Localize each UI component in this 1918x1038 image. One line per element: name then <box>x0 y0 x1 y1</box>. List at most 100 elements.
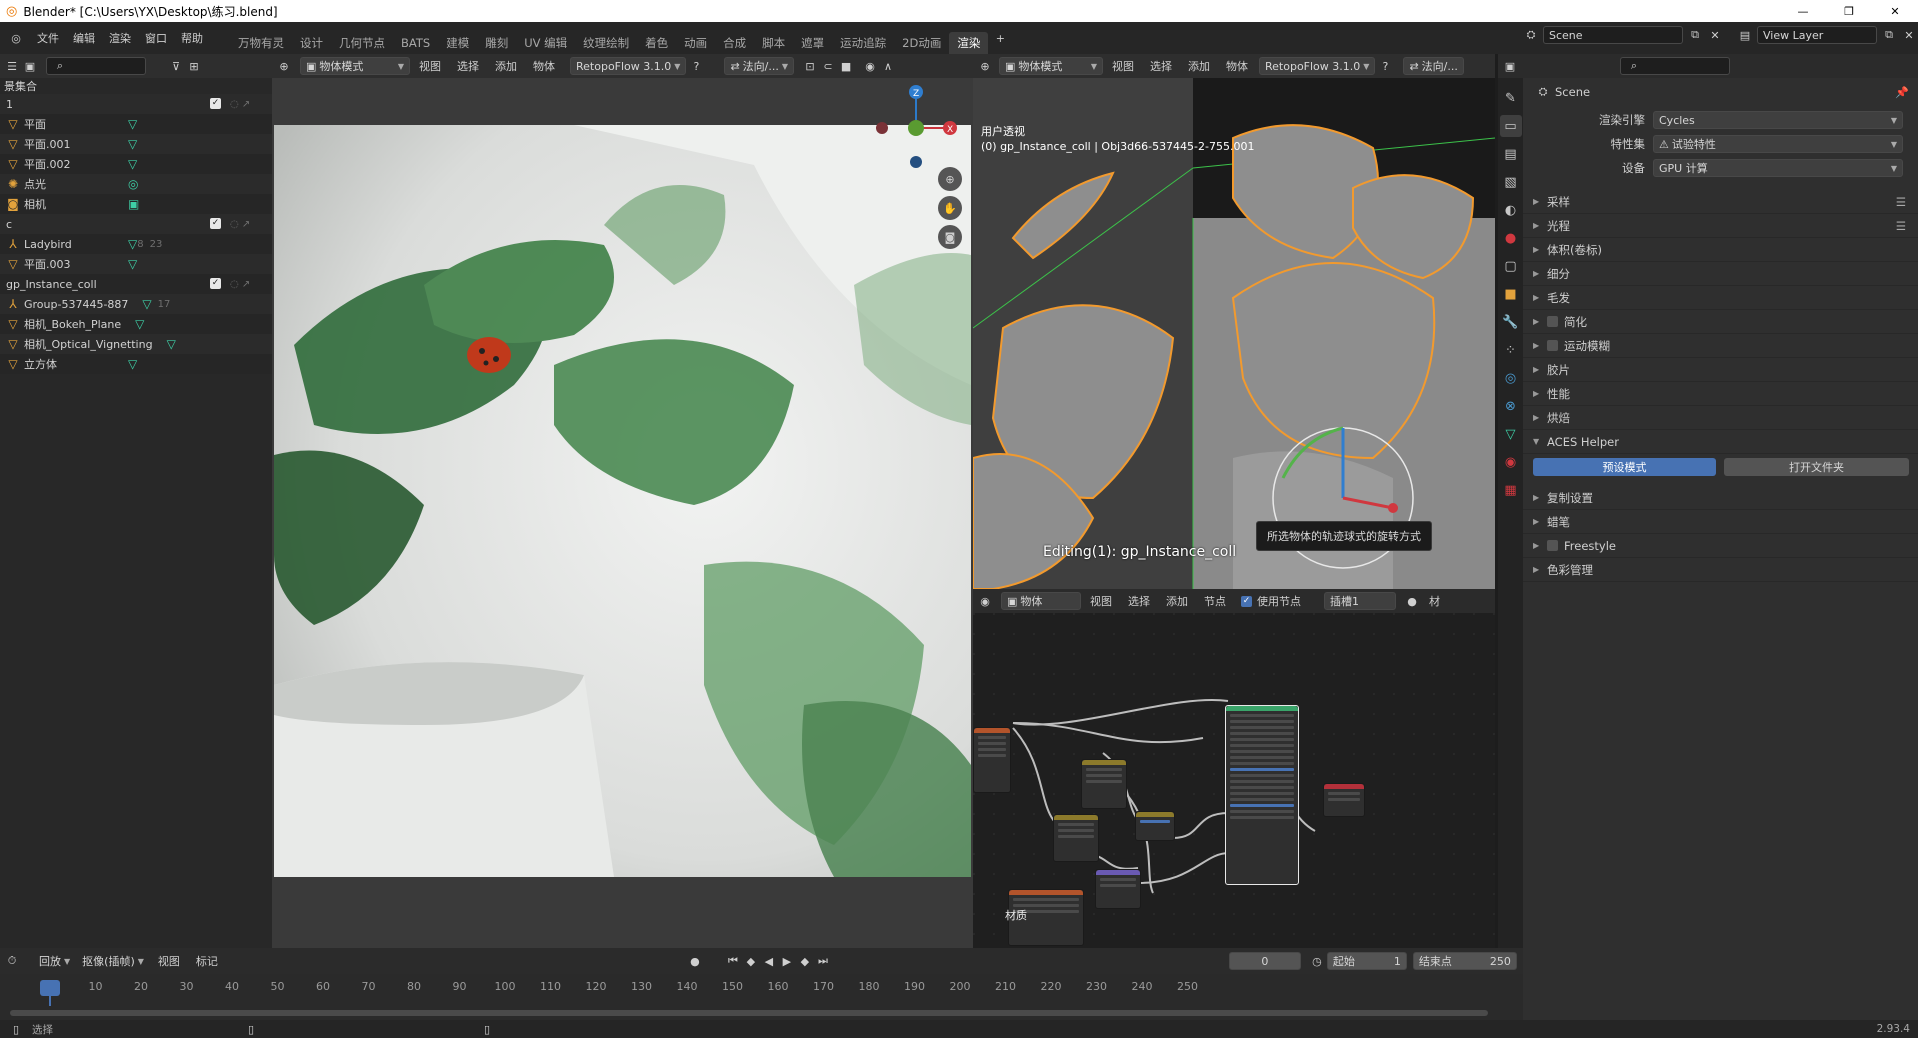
snap-icon[interactable]: ⊂ <box>820 58 836 74</box>
exclude-checkbox[interactable]: ✓ <box>210 278 221 289</box>
panel-aces-helper[interactable]: ▼ ACES Helper <box>1523 430 1918 454</box>
outliner-row[interactable]: ✺ 点光 ◎ <box>0 174 272 194</box>
help-icon[interactable]: ? <box>688 58 704 74</box>
render-engine-dropdown[interactable]: Cycles ▼ <box>1653 111 1903 129</box>
new-scene-icon[interactable]: ⧉ <box>1687 27 1703 43</box>
panel-header[interactable]: ▶ 简化 <box>1523 310 1918 334</box>
material-icon[interactable]: ● <box>1404 593 1420 609</box>
orientation-dropdown[interactable]: ⇄ 法向/... ▼ <box>724 57 795 75</box>
menu-select[interactable]: 选择 <box>1121 593 1157 609</box>
workspace-tab[interactable]: 动画 <box>676 32 715 54</box>
exclude-checkbox[interactable]: ✓ <box>210 98 221 109</box>
object-data-icon[interactable]: ▽ <box>128 257 137 271</box>
menu-add[interactable]: 添加 <box>1181 58 1217 74</box>
presets-icon[interactable]: ☰ <box>1896 219 1906 233</box>
panel-header[interactable]: ▶ Freestyle <box>1523 534 1918 558</box>
data-tab-icon[interactable]: ▽ <box>1500 423 1522 445</box>
object-data-icon[interactable]: ▽ <box>128 157 137 171</box>
workspace-tab[interactable]: 渲染 <box>949 32 989 54</box>
playhead[interactable] <box>40 980 60 996</box>
render-tab-icon[interactable]: ▭ <box>1499 115 1522 137</box>
zoom-icon[interactable]: ⊕ <box>938 167 962 191</box>
view-layer-tab-icon[interactable]: ▧ <box>1500 171 1522 193</box>
visibility-icons[interactable]: ◌ ↗ <box>230 219 250 230</box>
panel-header[interactable]: ▶ 烘焙 <box>1523 406 1918 430</box>
workspace-tab[interactable]: 建模 <box>438 32 477 54</box>
workspace-tab[interactable]: 万物有灵 <box>230 32 292 54</box>
properties-search-input[interactable]: ⌕ <box>1620 57 1730 75</box>
hand-pan-icon[interactable]: ✋ <box>938 196 962 220</box>
scene-tab-icon[interactable]: ◐ <box>1500 199 1522 221</box>
workspace-tab[interactable]: 雕刻 <box>477 32 516 54</box>
outliner-row[interactable]: ▽ 平面.001 ▽ <box>0 134 272 154</box>
workspace-tab[interactable]: 2D动画 <box>894 32 949 54</box>
panel-checkbox[interactable] <box>1547 540 1558 551</box>
orientation-dropdown[interactable]: ⇄ 法向/... <box>1403 57 1464 75</box>
menu-object[interactable]: 物体 <box>526 58 562 74</box>
outliner-row[interactable]: ▽ 平面.002 ▽ <box>0 154 272 174</box>
outliner-row[interactable]: c ✓ ◌ ↗ <box>0 214 272 234</box>
object-data-icon[interactable]: ▽ <box>128 137 137 151</box>
outliner-search-input[interactable]: ⌕ <box>46 57 146 75</box>
workspace-tab[interactable]: 设计 <box>292 32 331 54</box>
pin-icon[interactable]: 📌 <box>1894 84 1910 100</box>
outliner-row[interactable]: ▽ 立方体 ▽ <box>0 354 272 374</box>
mode-dropdown[interactable]: ▣ 物体模式 ▼ <box>300 57 410 75</box>
shader-node-editor[interactable]: ◉ ▣ 物体 视图 选择 添加 节点 ✓ 使用节点 插槽1 ● 材 材质 <box>973 589 1495 948</box>
open-folder-button[interactable]: 打开文件夹 <box>1724 458 1909 476</box>
object-data-icon[interactable]: ▽ <box>135 317 144 331</box>
blender-menu-icon[interactable]: ◎ <box>8 30 24 46</box>
workspace-tab[interactable]: 合成 <box>715 32 754 54</box>
texture-tab-icon[interactable]: ▦ <box>1500 479 1522 501</box>
help-icon[interactable]: ? <box>1377 58 1393 74</box>
device-dropdown[interactable]: GPU 计算 ▼ <box>1653 159 1903 177</box>
outliner-scene-collection[interactable]: 景集合 <box>0 78 272 94</box>
add-workspace-icon[interactable]: + <box>992 30 1008 46</box>
object-data-icon[interactable]: ▣ <box>128 197 139 211</box>
menu-view[interactable]: 视图 <box>1105 58 1141 74</box>
outliner-row[interactable]: ▽ 平面 ▽ <box>0 114 272 134</box>
menu-help[interactable]: 帮助 <box>174 30 210 46</box>
menu-view[interactable]: 视图 <box>412 58 448 74</box>
modifier-tab-icon[interactable]: 🔧 <box>1500 311 1522 333</box>
editor-type-icon[interactable]: ◉ <box>977 593 993 609</box>
panel-header[interactable]: ▶ 运动模糊 <box>1523 334 1918 358</box>
menu-add[interactable]: 添加 <box>1159 593 1195 609</box>
object-data-icon[interactable]: ▽ <box>128 117 137 131</box>
panel-checkbox[interactable] <box>1547 340 1558 351</box>
panel-header[interactable]: ▶ 蜡笔 <box>1523 510 1918 534</box>
outliner-row[interactable]: ▽ 平面.003 ▽ <box>0 254 272 274</box>
panel-checkbox[interactable] <box>1547 316 1558 327</box>
panel-header[interactable]: ▶ 复制设置 <box>1523 486 1918 510</box>
workspace-tab[interactable]: 几何节点 <box>331 32 393 54</box>
collection-tab-icon[interactable]: ▢ <box>1500 255 1522 277</box>
display-mode-icon[interactable]: ▣ <box>22 58 38 74</box>
editor-type-icon[interactable]: ⊕ <box>276 58 292 74</box>
object-type-dropdown[interactable]: ▣ 物体 <box>1001 592 1081 610</box>
node-texture[interactable] <box>1053 814 1099 862</box>
node-mapping[interactable] <box>1081 759 1127 809</box>
slot-dropdown[interactable]: 插槽1 <box>1324 592 1396 610</box>
outliner-row[interactable]: ⅄ Group-537445-887 ▽ 17 <box>0 294 272 314</box>
panel-header[interactable]: ▶ 体积(卷标) <box>1523 238 1918 262</box>
render-viewport[interactable]: ⊕ ▣ 物体模式 ▼ 视图 选择 添加 物体 RetopoFlow 3.1.0 ▼ ?… <box>272 54 973 948</box>
minimize-button[interactable]: — <box>1780 3 1826 19</box>
menu-select[interactable]: 选择 <box>1143 58 1179 74</box>
outliner-row[interactable]: 1 ✓ ◌ ↗ <box>0 94 272 114</box>
object-data-icon[interactable]: ▽ <box>128 357 137 371</box>
node-normal[interactable] <box>1095 869 1141 909</box>
tool-tab-icon[interactable]: ✎ <box>1500 87 1522 109</box>
object-tab-icon[interactable]: ■ <box>1500 283 1522 305</box>
outliner-row[interactable]: ▽ 相机_Optical_Vignetting ▽ <box>0 334 272 354</box>
timeline-scrollbar[interactable] <box>10 1010 1488 1016</box>
object-data-icon[interactable]: ▽ <box>128 237 137 251</box>
node-principled-bsdf[interactable] <box>1225 705 1299 885</box>
workspace-tab[interactable]: BATS <box>393 32 438 54</box>
navigation-gizmo[interactable]: Z X <box>870 68 960 178</box>
panel-header[interactable]: ▶ 光程 ☰ <box>1523 214 1918 238</box>
workspace-tab[interactable]: 着色 <box>637 32 676 54</box>
exclude-checkbox[interactable]: ✓ <box>210 218 221 229</box>
panel-header[interactable]: ▶ 细分 <box>1523 262 1918 286</box>
new-collection-icon[interactable]: ⊞ <box>186 58 202 74</box>
editor-type-icon[interactable]: ▣ <box>1502 58 1518 74</box>
